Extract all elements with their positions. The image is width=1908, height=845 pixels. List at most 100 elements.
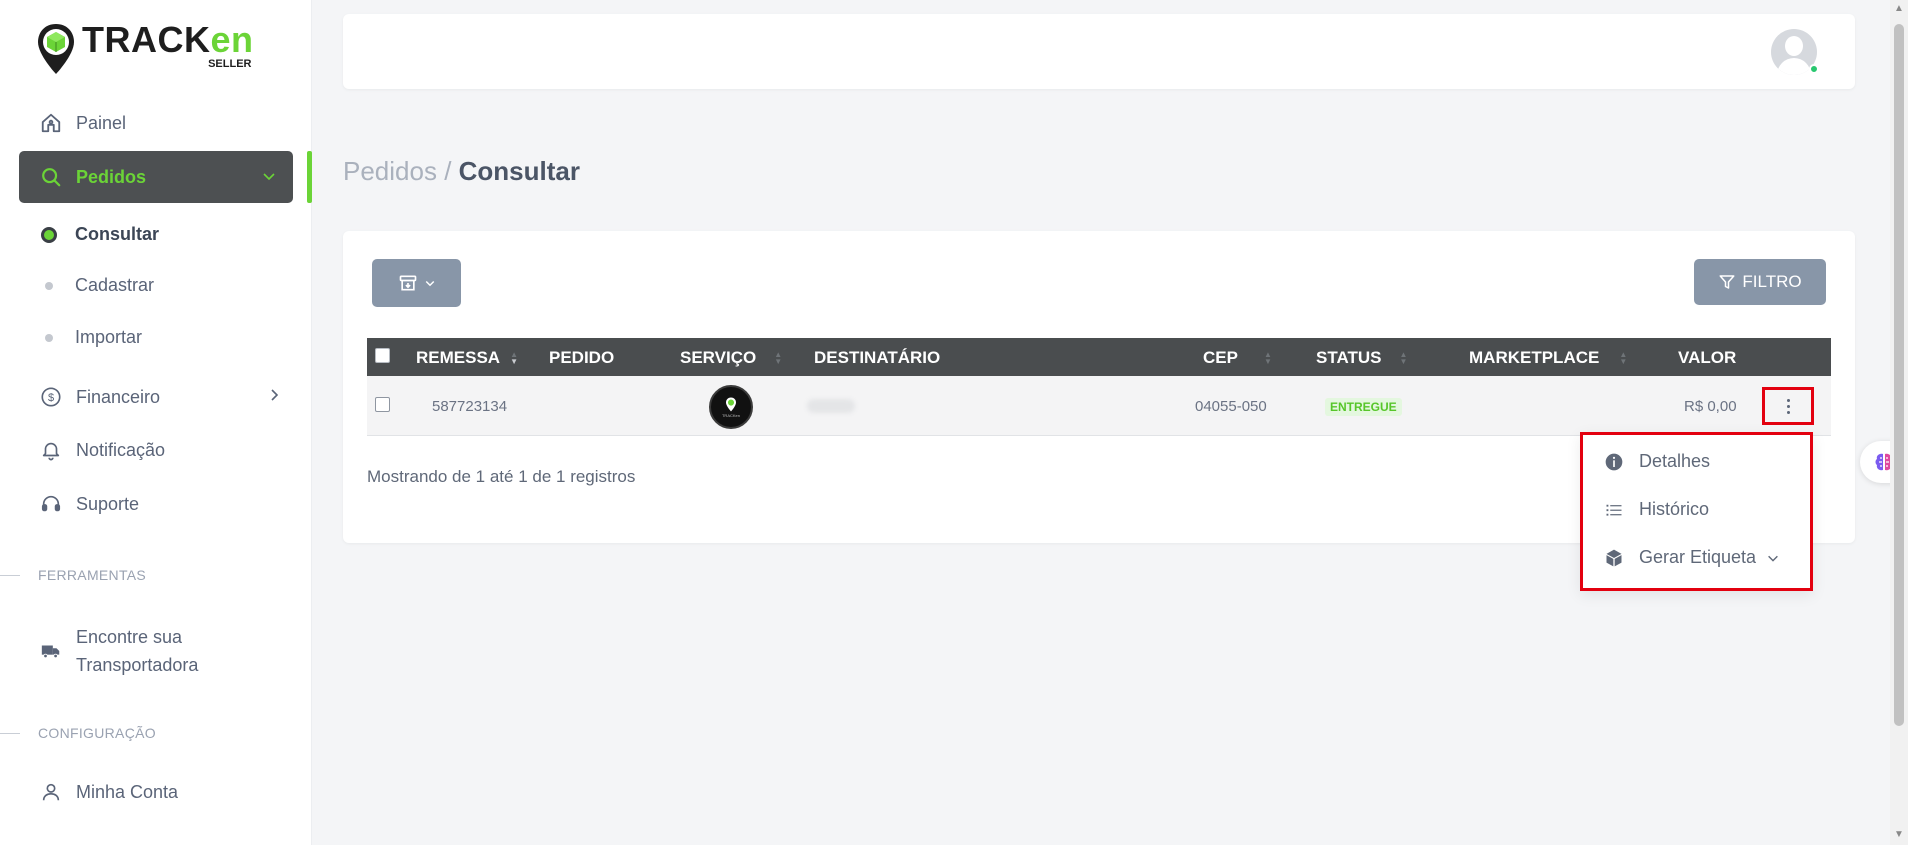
sort-icon: ▲ ▼ xyxy=(1263,350,1272,366)
sidebar-subitem-label: Cadastrar xyxy=(75,275,155,295)
sidebar-item-painel[interactable]: Painel xyxy=(40,112,126,134)
column-header-status[interactable]: STATUS ▲ ▼ xyxy=(1316,348,1407,368)
records-info: Mostrando de 1 até 1 de 1 registros xyxy=(367,467,636,486)
column-label: SERVIÇO xyxy=(680,348,757,367)
svg-text:$: $ xyxy=(48,392,54,404)
section-label-configuracao: CONFIGURAÇÃO xyxy=(38,725,156,741)
search-icon xyxy=(40,166,62,188)
status-badge: ENTREGUE xyxy=(1325,398,1402,416)
sort-icon: ▲ ▼ xyxy=(774,350,783,366)
archive-actions-button[interactable] xyxy=(372,259,461,307)
info-circle-icon xyxy=(1603,452,1625,472)
service-logo: TRACKen xyxy=(709,385,753,429)
column-header-cep[interactable]: CEP ▲ ▼ xyxy=(1203,348,1272,368)
sort-icon: ▲ ▼ xyxy=(1399,350,1408,366)
column-header-destinatario[interactable]: DESTINATÁRIO xyxy=(814,348,940,368)
box-icon xyxy=(1603,548,1625,568)
column-header-servico[interactable]: SERVIÇO ▲ ▼ xyxy=(680,348,782,368)
cell-remessa[interactable]: 587723134 xyxy=(432,398,507,415)
bullet-icon xyxy=(45,333,53,342)
menu-item-label: Gerar Etiqueta xyxy=(1639,547,1757,567)
sidebar-item-label: Suporte xyxy=(76,493,140,514)
row-checkbox[interactable] xyxy=(375,397,390,412)
scrollbar-thumb[interactable] xyxy=(1894,24,1904,726)
sidebar-item-notificacao[interactable]: Notificação xyxy=(40,439,165,461)
section-divider xyxy=(0,733,20,734)
brand-logo[interactable]: TRACKen SELLER xyxy=(36,22,254,76)
menu-item-gerar-etiqueta[interactable]: Gerar Etiqueta xyxy=(1603,547,1780,568)
sidebar-subitem-consultar[interactable]: Consultar xyxy=(40,224,159,245)
chevron-right-icon xyxy=(266,387,282,408)
menu-item-label: Detalhes xyxy=(1639,451,1711,471)
sidebar-subitem-importar[interactable]: Importar xyxy=(40,327,142,348)
active-dot-icon xyxy=(41,226,57,243)
sidebar-item-minha-conta[interactable]: Minha Conta xyxy=(40,781,178,803)
dollar-circle-icon: $ xyxy=(40,386,62,408)
home-icon xyxy=(40,112,62,134)
sidebar-item-label: Notificação xyxy=(76,439,166,460)
sidebar-item-label: Financeiro xyxy=(76,386,161,407)
select-all-checkbox[interactable] xyxy=(375,348,390,363)
brand-name-part1: TRACK xyxy=(82,19,211,60)
section-divider xyxy=(0,575,20,576)
bullet-icon xyxy=(45,281,53,290)
sidebar-item-pedidos[interactable]: Pedidos xyxy=(19,151,293,203)
avatar-body xyxy=(1777,58,1811,75)
chevron-down-icon xyxy=(425,280,434,287)
scroll-up-arrow-icon[interactable]: ▲ xyxy=(1894,3,1904,14)
column-label: REMESSA xyxy=(416,348,501,367)
column-header-valor[interactable]: VALOR xyxy=(1678,348,1736,368)
location-pin-icon xyxy=(726,397,736,411)
column-label: PEDIDO xyxy=(549,348,615,367)
filter-button[interactable]: FILTRO xyxy=(1694,259,1826,305)
column-label: STATUS xyxy=(1316,348,1382,367)
sidebar-item-financeiro[interactable]: $ Financeiro xyxy=(40,386,279,408)
truck-icon xyxy=(40,640,62,662)
list-icon xyxy=(1603,501,1625,519)
sidebar-item-encontre-transportadora[interactable]: Encontre sua Transportadora xyxy=(40,623,198,679)
filter-button-label: FILTRO xyxy=(1742,272,1802,291)
sidebar-item-label-line2: Transportadora xyxy=(76,655,199,675)
cell-valor: R$ 0,00 xyxy=(1684,398,1737,415)
page-scrollbar[interactable]: ▲ ▼ xyxy=(1890,0,1908,845)
column-label: DESTINATÁRIO xyxy=(814,348,941,367)
sidebar-subitem-label: Importar xyxy=(75,327,143,347)
sidebar-subitem-cadastrar[interactable]: Cadastrar xyxy=(40,275,154,296)
table-row[interactable]: 587723134 TRACKen 04055-050 ENTREGUE R$ … xyxy=(367,376,1831,436)
brand-name: TRACKen xyxy=(82,22,254,58)
section-label-ferramentas: FERRAMENTAS xyxy=(38,567,147,583)
menu-item-detalhes[interactable]: Detalhes xyxy=(1603,451,1710,472)
breadcrumb-separator: / xyxy=(436,156,459,186)
sidebar-item-label-line1: Encontre sua xyxy=(76,627,183,647)
sort-icon: ▲ ▼ xyxy=(510,350,518,366)
bell-icon xyxy=(40,439,62,461)
more-vertical-icon xyxy=(1786,398,1790,414)
archive-icon xyxy=(399,275,416,291)
column-header-remessa[interactable]: REMESSA ▲ ▼ xyxy=(416,348,518,368)
location-pin-icon xyxy=(38,24,74,74)
column-header-marketplace[interactable]: MARKETPLACE ▲ ▼ xyxy=(1469,348,1627,368)
menu-item-historico[interactable]: Histórico xyxy=(1603,499,1709,520)
row-actions-menu: Detalhes Histórico Gerar Etiqueta xyxy=(1580,432,1813,591)
sidebar-item-suporte[interactable]: Suporte xyxy=(40,493,139,515)
sidebar: TRACKen SELLER Painel Pedidos Consultar … xyxy=(0,0,312,845)
cell-cep: 04055-050 xyxy=(1195,398,1267,415)
breadcrumb-parent[interactable]: Pedidos xyxy=(343,156,437,186)
user-icon xyxy=(40,781,62,803)
headset-icon xyxy=(40,493,62,515)
online-status-dot xyxy=(1809,64,1819,74)
sidebar-subitem-label: Consultar xyxy=(75,224,160,244)
breadcrumb: Pedidos / Consultar xyxy=(343,156,580,187)
sidebar-item-label: Painel xyxy=(76,112,127,133)
menu-item-label: Histórico xyxy=(1639,499,1710,519)
brand-name-part2: en xyxy=(210,19,254,60)
cell-destinatario-redacted xyxy=(807,399,855,413)
scroll-down-arrow-icon[interactable]: ▼ xyxy=(1894,829,1904,840)
table-header: REMESSA ▲ ▼ PEDIDO SERVIÇO ▲ ▼ DESTINATÁRI… xyxy=(367,338,1831,376)
row-actions-button[interactable] xyxy=(1762,387,1814,425)
brand-subtitle: SELLER xyxy=(208,58,252,70)
column-header-pedido[interactable]: PEDIDO xyxy=(549,348,614,368)
service-logo-text: TRACKen xyxy=(721,412,740,418)
sort-icon: ▲ ▼ xyxy=(1619,350,1628,366)
top-header xyxy=(343,14,1855,89)
